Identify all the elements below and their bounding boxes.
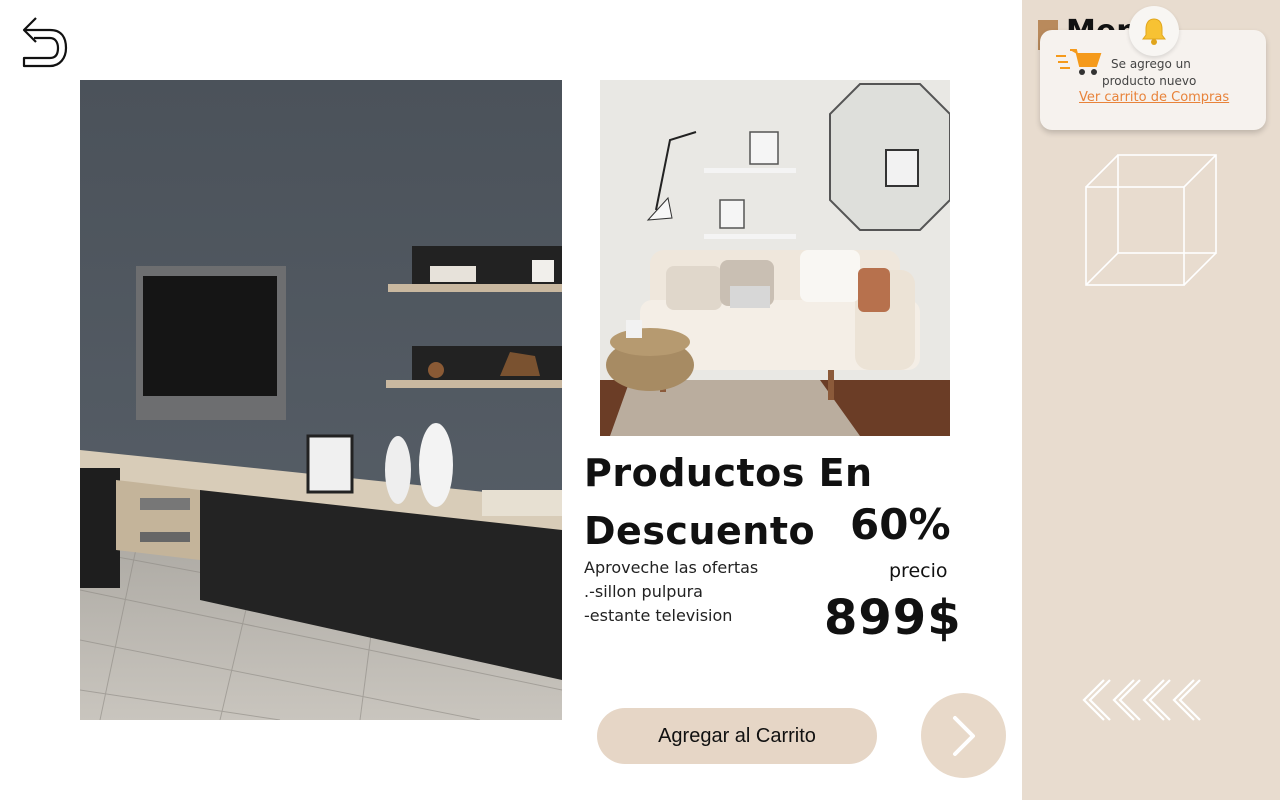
sofa-product-image (600, 80, 950, 436)
undo-arrow-icon (22, 17, 68, 68)
description-line: .-sillon pulpura (584, 582, 703, 601)
chevrons-left-icon (1082, 679, 1201, 721)
price-label: precio (889, 560, 948, 582)
promo-description: Aproveche las ofertas .-sillon pulpura -… (584, 556, 824, 628)
discount-percentage: 60% (850, 500, 951, 549)
shopping-cart-icon (1056, 49, 1102, 75)
back-button[interactable] (20, 14, 70, 70)
description-line: Aproveche las ofertas (584, 558, 759, 577)
add-to-cart-button[interactable]: Agregar al Carrito (597, 708, 877, 764)
notification-text-line1: Se agrego un (1111, 57, 1191, 71)
promo-title-line1: Productos En (584, 451, 873, 495)
bell-icon[interactable] (1129, 6, 1179, 56)
notification-text-line2: producto nuevo (1102, 74, 1197, 88)
cube-outline-icon (1085, 154, 1217, 286)
price-value: 899$ (824, 590, 962, 646)
product-page: Productos En Descuento 60% Aproveche las… (0, 0, 1280, 800)
next-button[interactable] (921, 693, 1006, 778)
chevron-right-icon (952, 715, 975, 756)
tv-stand-product-image (80, 80, 562, 720)
description-line: -estante television (584, 606, 733, 625)
view-cart-link[interactable]: Ver carrito de Compras (1079, 90, 1229, 105)
